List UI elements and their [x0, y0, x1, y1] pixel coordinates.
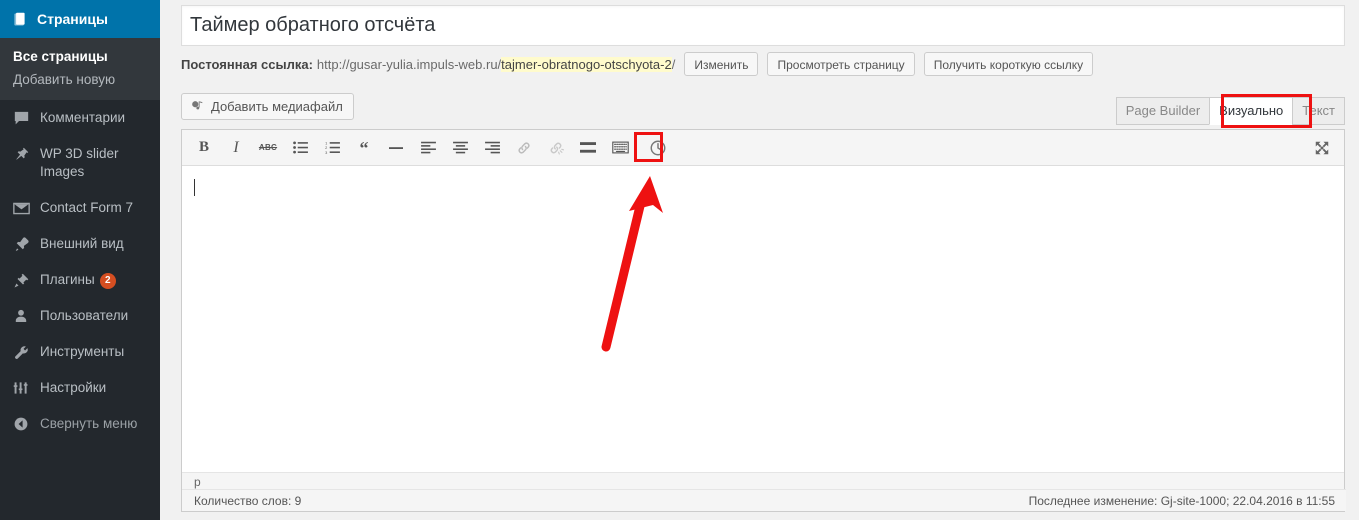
numbered-list-icon: 1 2 3 — [325, 141, 340, 154]
appearance-brush-icon — [11, 235, 31, 253]
permalink-label: Постоянная ссылка: — [181, 56, 313, 72]
tab-page-builder[interactable]: Page Builder — [1115, 97, 1211, 125]
horizontal-rule-button[interactable] — [383, 135, 409, 161]
media-add-icon — [190, 99, 205, 114]
sidebar-item-contact-form-7-label: Contact Form 7 — [40, 200, 134, 215]
tab-text[interactable]: Текст — [1292, 97, 1345, 125]
fullscreen-expand-icon — [1315, 141, 1329, 155]
collapse-menu-label: Свернуть меню — [40, 416, 138, 431]
sidebar-item-contact-form-7[interactable]: Contact Form 7 — [0, 190, 160, 226]
align-right-icon — [484, 141, 500, 154]
svg-text:3: 3 — [325, 150, 327, 154]
element-path-value: p — [194, 475, 201, 489]
get-shortlink-button[interactable]: Получить короткую ссылку — [923, 52, 1094, 76]
pages-icon — [11, 11, 28, 28]
bold-button[interactable]: B — [191, 135, 217, 161]
more-tag-icon — [580, 142, 596, 153]
collapse-menu-button[interactable]: Свернуть меню — [0, 406, 160, 442]
sidebar-item-users[interactable]: Пользователи — [0, 298, 160, 334]
add-media-button[interactable]: Добавить медиафайл — [181, 93, 354, 120]
blockquote-button[interactable]: “ — [351, 135, 377, 161]
distraction-free-button[interactable] — [1309, 135, 1335, 161]
add-media-label: Добавить медиафайл — [211, 99, 343, 114]
sidebar-item-comments-label: Комментарии — [40, 110, 126, 125]
post-title-input[interactable] — [181, 5, 1345, 46]
sidebar-item-wp-3d-slider-images[interactable]: WP 3D slider Images — [0, 136, 160, 190]
permalink-slug[interactable]: tajmer-obratnogo-otschyota-2 — [501, 56, 672, 72]
align-right-button[interactable] — [479, 135, 505, 161]
editor-top-row: Добавить медиафайл Page Builder Визуальн… — [181, 87, 1345, 129]
wrench-icon — [11, 343, 31, 361]
editor-toolbar: B I ABC 1 2 3 “ — [182, 130, 1344, 166]
submenu-item-all-pages[interactable]: Все страницы — [0, 45, 160, 68]
word-count: Количество слов: 9 — [194, 493, 302, 508]
post-title-wrap — [181, 5, 1345, 46]
submenu-item-add-new[interactable]: Добавить новую — [0, 68, 160, 91]
editor-panel: B I ABC 1 2 3 “ p Количество слов: 9 Пос… — [181, 129, 1346, 512]
envelope-icon — [11, 199, 31, 217]
wordpress-page-editor-screen: Страницы Все страницы Добавить новую Ком… — [0, 0, 1359, 520]
pin-icon — [11, 145, 31, 163]
sidebar-item-plugins[interactable]: Плагины 2 — [0, 262, 160, 298]
sidebar-item-settings[interactable]: Настройки — [0, 370, 160, 406]
sidebar-item-comments[interactable]: Комментарии — [0, 100, 160, 136]
plugin-icon — [11, 271, 31, 289]
clock-icon — [650, 140, 666, 155]
settings-sliders-icon — [11, 379, 31, 397]
sidebar-item-wp-3d-slider-images-label: WP 3D slider Images — [40, 146, 119, 179]
keyboard-toolbar-icon — [611, 141, 629, 154]
post-editor: Добавить медиафайл Page Builder Визуальн… — [181, 87, 1346, 512]
editor-status-bar: Количество слов: 9 Последнее изменение: … — [182, 489, 1346, 511]
remove-link-button[interactable] — [543, 135, 569, 161]
editor-content-area[interactable] — [182, 166, 1344, 472]
align-center-button[interactable] — [447, 135, 473, 161]
sidebar-item-appearance-label: Внешний вид — [40, 236, 124, 251]
quote-icon: “ — [359, 137, 369, 158]
sidebar-item-plugins-label: Плагины 2 — [40, 271, 160, 289]
permalink-trailing-slash: / — [671, 56, 676, 72]
sidebar-item-appearance[interactable]: Внешний вид — [0, 226, 160, 262]
tab-visual[interactable]: Визуально — [1209, 97, 1294, 125]
sidebar-item-users-label: Пользователи — [40, 308, 129, 323]
permalink-base-url[interactable]: http://gusar-yulia.impuls-web.ru/ — [317, 57, 501, 72]
insert-link-button[interactable] — [511, 135, 537, 161]
sidebar-item-settings-label: Настройки — [40, 380, 107, 395]
view-page-button[interactable]: Просмотреть страницу — [767, 52, 915, 76]
horizontal-rule-icon — [389, 146, 403, 149]
comment-icon — [11, 109, 31, 127]
bulleted-list-button[interactable] — [287, 135, 313, 161]
link-icon — [518, 142, 530, 153]
sidebar-item-pages[interactable]: Страницы — [0, 0, 168, 38]
admin-sidebar: Страницы Все страницы Добавить новую Ком… — [0, 0, 168, 520]
pages-submenu: Все страницы Добавить новую — [0, 38, 160, 100]
edit-permalink-button[interactable]: Изменить — [684, 52, 759, 76]
align-center-icon — [452, 141, 468, 154]
sidebar-item-tools-label: Инструменты — [40, 344, 125, 359]
read-more-button[interactable] — [575, 135, 601, 161]
last-edit-info: Последнее изменение: Gj-site-1000; 22.04… — [1028, 493, 1335, 508]
user-icon — [11, 307, 31, 325]
unlink-icon — [550, 142, 564, 155]
numbered-list-button[interactable]: 1 2 3 — [319, 135, 345, 161]
italic-button[interactable]: I — [223, 135, 249, 161]
editor-mode-tabs: Page Builder Визуально Текст — [1115, 97, 1345, 125]
strikethrough-button[interactable]: ABC — [255, 135, 281, 161]
text-caret — [194, 179, 195, 196]
permalink: Постоянная ссылка: http://gusar-yulia.im… — [181, 52, 1094, 76]
sidebar-item-tools[interactable]: Инструменты — [0, 334, 160, 370]
plugins-update-badge: 2 — [99, 273, 116, 289]
countdown-timer-button[interactable] — [645, 135, 671, 161]
strikethrough-abc-icon: ABC — [258, 143, 278, 152]
align-left-icon — [420, 141, 436, 154]
toolbar-toggle-button[interactable] — [607, 135, 633, 161]
editor-main-column: Постоянная ссылка: http://gusar-yulia.im… — [160, 0, 1359, 520]
align-left-button[interactable] — [415, 135, 441, 161]
sidebar-item-pages-label: Страницы — [37, 11, 108, 27]
collapse-arrow-icon — [11, 415, 31, 433]
bulleted-list-icon — [292, 141, 308, 154]
